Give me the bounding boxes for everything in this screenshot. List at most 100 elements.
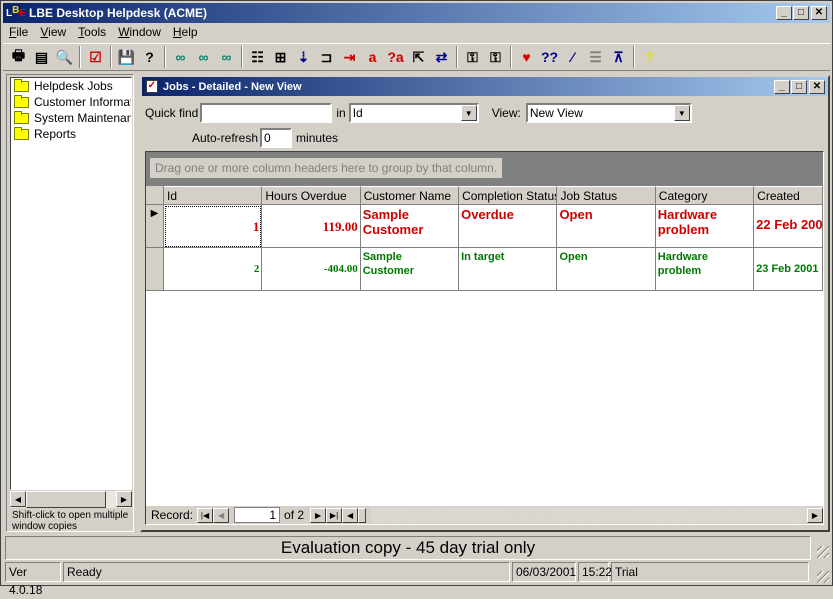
font-query-button[interactable]: ?a bbox=[384, 46, 407, 68]
columns-button[interactable]: ☷ bbox=[246, 46, 269, 68]
line-button[interactable]: ⁄ bbox=[561, 46, 584, 68]
key-button[interactable]: ⚿ bbox=[484, 46, 507, 68]
tree-item-reports[interactable]: Reports bbox=[11, 126, 131, 142]
sort-az-button[interactable]: ⇣ bbox=[292, 46, 315, 68]
row-selector[interactable] bbox=[146, 248, 164, 291]
cell-category[interactable]: Hardware problem bbox=[655, 205, 755, 248]
menu-file[interactable]: File bbox=[3, 25, 34, 39]
save-as-button[interactable]: ? bbox=[138, 46, 161, 68]
row-selector-current-icon[interactable]: ▶ bbox=[146, 205, 164, 248]
group-by-area[interactable]: Drag one or more column headers here to … bbox=[146, 152, 823, 186]
record-count: of 2 bbox=[284, 508, 305, 522]
scroll-right-button[interactable]: ▶ bbox=[116, 491, 132, 507]
group-by-hint: Drag one or more column headers here to … bbox=[150, 158, 503, 178]
scroll-thumb[interactable] bbox=[26, 491, 106, 508]
list-icon: ☰ bbox=[589, 48, 602, 65]
tree-item-label: Reports bbox=[34, 127, 77, 141]
cell-created[interactable]: 23 Feb 2001 bbox=[754, 248, 823, 291]
grid-scroll-thumb[interactable] bbox=[358, 507, 367, 523]
export-button[interactable]: ⇱ bbox=[407, 46, 430, 68]
cell-hours-overdue[interactable]: 119.00 bbox=[262, 205, 361, 248]
menu-view[interactable]: View bbox=[34, 25, 72, 39]
previous-record-button[interactable]: ◀ bbox=[213, 507, 230, 523]
checklist-icon: ☑ bbox=[89, 48, 102, 65]
tree-item-customer-information[interactable]: Customer Information bbox=[11, 94, 131, 110]
search-field-select[interactable]: Id ▼ bbox=[348, 103, 479, 123]
checklist-button[interactable]: ☑ bbox=[84, 46, 107, 68]
resize-grip-icon[interactable] bbox=[817, 546, 829, 558]
print-preview-button[interactable]: 🔍 bbox=[53, 46, 76, 68]
child-maximize-button[interactable]: □ bbox=[791, 80, 807, 94]
column-header-hours-overdue[interactable]: Hours Overdue bbox=[262, 186, 361, 205]
help-button[interactable]: ? bbox=[638, 46, 661, 68]
next-record-button[interactable]: ▶ bbox=[310, 507, 327, 523]
column-header-completion-status[interactable]: Completion Status bbox=[459, 186, 558, 205]
menu-help[interactable]: Help bbox=[167, 25, 204, 39]
cell-category[interactable]: Hardware problem bbox=[655, 248, 755, 291]
cell-created[interactable]: 22 Feb 2001 bbox=[754, 205, 823, 248]
record-number-input[interactable]: 1 bbox=[234, 507, 281, 523]
hierarchy-button[interactable]: ⊼ bbox=[607, 46, 630, 68]
close-button[interactable]: ✕ bbox=[811, 6, 827, 20]
maximize-button[interactable]: □ bbox=[793, 6, 809, 20]
menu-tools[interactable]: Tools bbox=[72, 25, 112, 39]
page-button[interactable]: ▤ bbox=[30, 46, 53, 68]
glasses-add-button[interactable]: ∞ bbox=[192, 46, 215, 68]
tree-item-system-maintenance[interactable]: System Maintenance bbox=[11, 110, 131, 126]
cell-id[interactable]: 1 bbox=[164, 205, 263, 248]
key-remove-button[interactable]: ⚿ bbox=[461, 46, 484, 68]
refresh-button[interactable]: ⇄ bbox=[430, 46, 453, 68]
cell-completion-status[interactable]: In target bbox=[459, 248, 558, 291]
folder-icon bbox=[14, 78, 29, 92]
view-value: New View bbox=[529, 106, 583, 120]
grid-horizontal-scrollbar[interactable] bbox=[370, 507, 807, 523]
list-button[interactable]: ☰ bbox=[584, 46, 607, 68]
auto-refresh-input[interactable]: 0 bbox=[260, 128, 293, 148]
column-header-job-status[interactable]: Job Status bbox=[557, 186, 656, 205]
child-close-button[interactable]: ✕ bbox=[809, 80, 825, 94]
cell-job-status[interactable]: Open bbox=[557, 248, 656, 291]
grid-scroll-right-button[interactable]: ▶ bbox=[807, 507, 823, 523]
dropdown-arrow-icon[interactable]: ▼ bbox=[673, 105, 690, 121]
status-resize-grip-icon[interactable] bbox=[817, 571, 829, 583]
cell-completion-status[interactable]: Overdue bbox=[459, 205, 558, 248]
status-time: 15:22 bbox=[578, 562, 612, 582]
cell-job-status[interactable]: Open bbox=[557, 205, 656, 248]
last-record-button[interactable]: ▶| bbox=[326, 507, 343, 523]
logo-e: E bbox=[19, 7, 27, 19]
grid-button[interactable]: ⊞ bbox=[269, 46, 292, 68]
menu-view-accel: V bbox=[40, 25, 49, 39]
toolbar-separator bbox=[164, 46, 166, 68]
cell-customer-name[interactable]: Sample Customer bbox=[360, 205, 460, 248]
minimize-button[interactable]: _ bbox=[776, 6, 792, 20]
quick-find-input[interactable] bbox=[200, 103, 333, 123]
tree-horizontal-scrollbar[interactable]: ◀ ▶ bbox=[10, 491, 132, 508]
column-header-created[interactable]: Created bbox=[754, 186, 823, 205]
tree-item-helpdesk-jobs[interactable]: Helpdesk Jobs bbox=[11, 78, 131, 94]
table-row[interactable]: ▶ 1 119.00 Sample Customer Overdue Open … bbox=[146, 205, 823, 248]
menu-window[interactable]: Window bbox=[112, 25, 167, 39]
cell-hours-overdue[interactable]: -404.00 bbox=[262, 248, 361, 291]
split-columns-button[interactable]: ⇥ bbox=[338, 46, 361, 68]
first-record-button[interactable]: |◀ bbox=[197, 507, 214, 523]
view-select[interactable]: New View ▼ bbox=[525, 103, 692, 123]
grid-scroll-left-button[interactable]: ◀ bbox=[342, 507, 359, 523]
indent-button[interactable]: ⊐ bbox=[315, 46, 338, 68]
column-header-id[interactable]: Id bbox=[164, 186, 263, 205]
cell-customer-name[interactable]: Sample Customer bbox=[360, 248, 460, 291]
child-minimize-button[interactable]: _ bbox=[774, 80, 790, 94]
table-row[interactable]: 2 -404.00 Sample Customer In target Open… bbox=[146, 248, 823, 291]
glasses-remove-button[interactable]: ∞ bbox=[215, 46, 238, 68]
record-label: Record: bbox=[151, 508, 194, 522]
print-button[interactable]: 🖶 bbox=[7, 46, 30, 68]
heart-button[interactable]: ♥ bbox=[515, 46, 538, 68]
save-button[interactable]: 💾 bbox=[115, 46, 138, 68]
glasses-clear-button[interactable]: ∞ bbox=[169, 46, 192, 68]
column-header-customer-name[interactable]: Customer Name bbox=[360, 186, 460, 205]
column-header-category[interactable]: Category bbox=[655, 186, 755, 205]
cell-id[interactable]: 2 bbox=[164, 248, 263, 291]
scroll-left-button[interactable]: ◀ bbox=[10, 491, 26, 507]
query-button[interactable]: ?? bbox=[538, 46, 561, 68]
dropdown-arrow-icon[interactable]: ▼ bbox=[460, 105, 477, 121]
font-button[interactable]: a bbox=[361, 46, 384, 68]
